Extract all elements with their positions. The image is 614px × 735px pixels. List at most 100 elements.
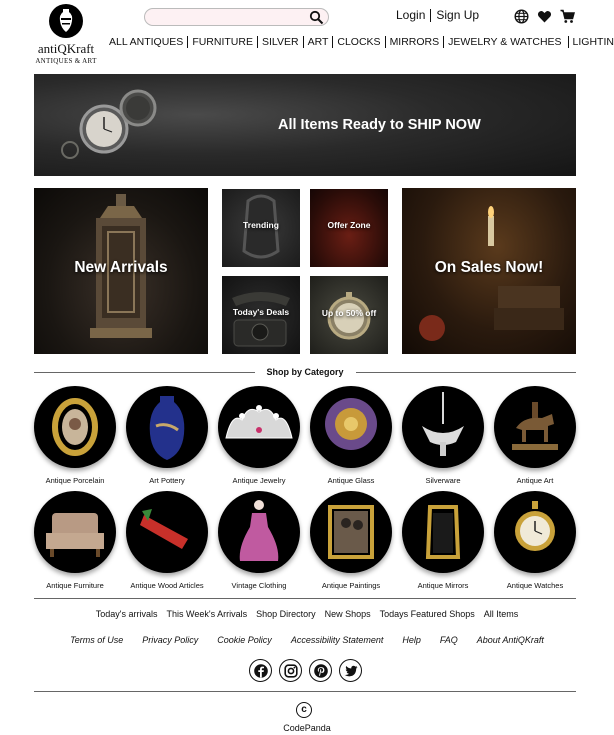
category-label: Antique Paintings (321, 581, 381, 590)
footer-link-about[interactable]: About AntiQKraft (477, 635, 544, 645)
divider (355, 371, 577, 373)
category-title: Shop by Category (266, 367, 344, 377)
category-antique-paintings[interactable]: Antique Paintings (309, 491, 393, 590)
category-art-pottery[interactable]: Art Pottery (125, 386, 209, 485)
vase-logo-icon (49, 4, 83, 38)
hero-banner[interactable]: All Items Ready to SHIP NOW (34, 74, 576, 176)
category-antique-porcelain[interactable]: Antique Porcelain (33, 386, 117, 485)
category-label: Vintage Clothing (231, 581, 287, 590)
trending-label: Trending (243, 220, 279, 230)
new-arrivals-label: New Arrivals (74, 259, 168, 276)
category-antique-furniture[interactable]: Antique Furniture (33, 491, 117, 590)
cart-icon[interactable] (560, 9, 575, 24)
category-image (494, 386, 576, 468)
nav-silver[interactable]: SILVER (262, 36, 299, 48)
signup-link[interactable]: Sign Up (436, 8, 479, 22)
up-to-50-tile[interactable]: Up to 50% off (310, 276, 388, 354)
footer-link-help[interactable]: Help (402, 635, 421, 645)
nav-divider (332, 36, 334, 48)
search-input[interactable] (153, 11, 313, 28)
category-silverware[interactable]: Silverware (401, 386, 485, 485)
footer-link-faq[interactable]: FAQ (440, 635, 458, 645)
divider (34, 371, 255, 373)
category-label: Antique Wood Articles (130, 581, 204, 590)
twitter-icon[interactable] (339, 659, 362, 682)
footer-link-featured-shops[interactable]: Todays Featured Shops (380, 609, 475, 619)
category-image (218, 491, 300, 573)
footer-link-this-weeks-arrivals[interactable]: This Week's Arrivals (167, 609, 248, 619)
up-to-50-label: Up to 50% off (321, 308, 377, 318)
category-vintage-clothing[interactable]: Vintage Clothing (217, 491, 301, 590)
nav-mirrors[interactable]: MIRRORS (390, 36, 440, 48)
category-label: Art Pottery (149, 476, 185, 485)
category-antique-mirrors[interactable]: Antique Mirrors (401, 491, 485, 590)
offer-zone-tile[interactable]: Offer Zone (310, 189, 388, 267)
new-arrivals-tile[interactable]: New Arrivals (34, 188, 208, 354)
category-label: Antique Glass (327, 476, 375, 485)
category-image (402, 386, 484, 468)
nav-divider (187, 36, 189, 48)
nav-lighting[interactable]: LIGHTING (573, 36, 614, 48)
facebook-icon[interactable] (249, 659, 272, 682)
hero-headline: All Items Ready to SHIP NOW (278, 117, 481, 133)
nav-divider (302, 36, 304, 48)
footer-link-all-items[interactable]: All Items (484, 609, 519, 619)
category-label: Antique Watches (506, 581, 564, 590)
nav-clocks[interactable]: CLOCKS (337, 36, 380, 48)
copyright-icon: c (296, 702, 312, 718)
footer-link-accessibility[interactable]: Accessibility Statement (291, 635, 384, 645)
nav-divider (443, 36, 445, 48)
category-heading: Shop by Category (34, 366, 577, 378)
category-image (34, 491, 116, 573)
divider (34, 691, 576, 692)
divider (430, 8, 432, 22)
todays-deals-tile[interactable]: Today's Deals (222, 276, 300, 354)
category-antique-glass[interactable]: Antique Glass (309, 386, 393, 485)
instagram-icon[interactable] (279, 659, 302, 682)
footer-link-cookie[interactable]: Cookie Policy (217, 635, 272, 645)
nav-art[interactable]: ART (308, 36, 329, 48)
heart-icon[interactable] (537, 9, 552, 24)
category-image (310, 491, 392, 573)
offer-zone-label: Offer Zone (327, 220, 371, 230)
globe-icon[interactable] (514, 9, 529, 24)
footer-link-new-shops[interactable]: New Shops (325, 609, 371, 619)
category-antique-jewelry[interactable]: Antique Jewelry (217, 386, 301, 485)
footer-link-privacy[interactable]: Privacy Policy (142, 635, 198, 645)
main-nav: ALL ANTIQUES FURNITURE SILVER ART CLOCKS… (109, 35, 614, 49)
auth-links: Login Sign Up (396, 8, 479, 22)
trending-tile[interactable]: Trending (222, 189, 300, 267)
category-image (310, 386, 392, 468)
category-antique-wood-articles[interactable]: Antique Wood Articles (125, 491, 209, 590)
category-label: Antique Art (516, 476, 554, 485)
on-sales-label: On Sales Now! (434, 259, 544, 276)
category-label: Antique Mirrors (417, 581, 469, 590)
todays-deals-label: Today's Deals (232, 307, 290, 317)
category-image (126, 491, 208, 573)
category-antique-art[interactable]: Antique Art (493, 386, 577, 485)
category-label: Antique Porcelain (45, 476, 105, 485)
header-icons (514, 9, 575, 24)
nav-furniture[interactable]: FURNITURE (192, 36, 253, 48)
nav-all-antiques[interactable]: ALL ANTIQUES (109, 36, 183, 48)
social-links (249, 659, 362, 682)
brand-tagline: ANTIQUES & ART (35, 57, 97, 65)
footer-link-todays-arrivals[interactable]: Today's arrivals (96, 609, 158, 619)
category-antique-watches[interactable]: Antique Watches (493, 491, 577, 590)
footer-link-terms[interactable]: Terms of Use (70, 635, 123, 645)
nav-jewelry-watches[interactable]: JEWELRY & WATCHES (448, 36, 561, 48)
footer-links-legal: Terms of Use Privacy Policy Cookie Polic… (0, 635, 614, 645)
divider (34, 598, 576, 599)
category-image (494, 491, 576, 573)
login-link[interactable]: Login (396, 8, 425, 22)
footer-link-shop-directory[interactable]: Shop Directory (256, 609, 316, 619)
search-bar (144, 8, 329, 28)
nav-divider (567, 36, 569, 48)
category-label: Antique Furniture (46, 581, 104, 590)
search-icon[interactable] (309, 10, 324, 25)
site-logo[interactable]: antiQKraft ANTIQUES & ART (34, 4, 98, 65)
pinterest-icon[interactable] (309, 659, 332, 682)
category-label: Antique Jewelry (232, 476, 286, 485)
on-sales-tile[interactable]: On Sales Now! (402, 188, 576, 354)
category-image (218, 386, 300, 468)
